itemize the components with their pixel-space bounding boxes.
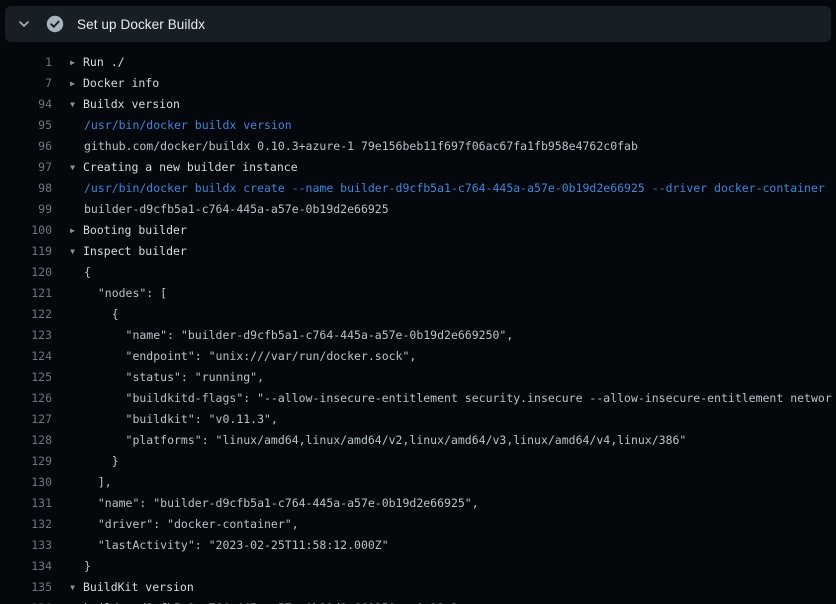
group-title: Booting builder xyxy=(83,220,187,241)
log-line-row: 132 "driver": "docker-container", xyxy=(0,514,836,535)
line-number[interactable]: 135 xyxy=(0,577,52,598)
line-number[interactable]: 97 xyxy=(0,157,52,178)
log-line-row: 136 builder-d9cfb5a1-c764-445a-a57e-0b19d… xyxy=(0,598,836,604)
line-number[interactable]: 1 xyxy=(0,52,52,73)
output-text: builder-d9cfb5a1-c764-445a-a57e-0b19d2e6… xyxy=(68,199,389,220)
line-number[interactable]: 123 xyxy=(0,325,52,346)
output-text: } xyxy=(68,451,119,472)
step-header[interactable]: Set up Docker Buildx xyxy=(5,6,831,42)
log-group-row[interactable]: 1 ▶ Run ./ xyxy=(0,52,836,73)
log-group-row[interactable]: 7 ▶ Docker info xyxy=(0,73,836,94)
output-text: { xyxy=(68,262,91,283)
log-group-row[interactable]: 94 ▼ Buildx version xyxy=(0,94,836,115)
log-line-row: 95/usr/bin/docker buildx version xyxy=(0,115,836,136)
line-number[interactable]: 131 xyxy=(0,493,52,514)
group-title: Docker info xyxy=(83,73,159,94)
line-number[interactable]: 100 xyxy=(0,220,52,241)
line-number[interactable]: 132 xyxy=(0,514,52,535)
log-line-row: 125 "status": "running", xyxy=(0,367,836,388)
chevron-down-icon[interactable] xyxy=(17,17,31,31)
output-text: { xyxy=(68,304,119,325)
triangle-right-icon: ▶ xyxy=(68,220,77,241)
group-title: Inspect builder xyxy=(83,241,187,262)
output-text: "status": "running", xyxy=(68,367,264,388)
output-text: "platforms": "linux/amd64,linux/amd64/v2… xyxy=(68,430,686,451)
log-line-row: 129 } xyxy=(0,451,836,472)
output-text: "name": "builder-d9cfb5a1-c764-445a-a57e… xyxy=(68,325,513,346)
group-title: Run ./ xyxy=(83,52,125,73)
step-title: Set up Docker Buildx xyxy=(77,17,205,32)
line-number[interactable]: 127 xyxy=(0,409,52,430)
output-text: "buildkit": "v0.11.3", xyxy=(68,409,278,430)
triangle-right-icon: ▶ xyxy=(68,73,77,94)
line-number[interactable]: 96 xyxy=(0,136,52,157)
triangle-down-icon: ▼ xyxy=(68,157,77,178)
log-group-row[interactable]: 119 ▼ Inspect builder xyxy=(0,241,836,262)
triangle-down-icon: ▼ xyxy=(68,241,77,262)
line-number[interactable]: 126 xyxy=(0,388,52,409)
log-line-row: 131 "name": "builder-d9cfb5a1-c764-445a-… xyxy=(0,493,836,514)
log-line-row: 126 "buildkitd-flags": "--allow-insecure… xyxy=(0,388,836,409)
output-text: "nodes": [ xyxy=(68,283,167,304)
line-number[interactable]: 119 xyxy=(0,241,52,262)
log-line-row: 128 "platforms": "linux/amd64,linux/amd6… xyxy=(0,430,836,451)
output-text: } xyxy=(68,556,91,577)
output-text: builder-d9cfb5a1-c764-445a-a57e-0b19d2e6… xyxy=(68,598,458,604)
line-number[interactable]: 125 xyxy=(0,367,52,388)
line-number[interactable]: 129 xyxy=(0,451,52,472)
log-line-row: 120 { xyxy=(0,262,836,283)
line-number[interactable]: 133 xyxy=(0,535,52,556)
log-line-row: 133 "lastActivity": "2023-02-25T11:58:12… xyxy=(0,535,836,556)
group-title: Creating a new builder instance xyxy=(83,157,298,178)
line-number[interactable]: 124 xyxy=(0,346,52,367)
command-text: /usr/bin/docker buildx create --name bui… xyxy=(68,178,825,199)
line-number[interactable]: 94 xyxy=(0,94,52,115)
output-text: "driver": "docker-container", xyxy=(68,514,299,535)
group-title: Buildx version xyxy=(83,94,180,115)
log-line-row: 122 { xyxy=(0,304,836,325)
log-line-row: 98/usr/bin/docker buildx create --name b… xyxy=(0,178,836,199)
log-line-row: 127 "buildkit": "v0.11.3", xyxy=(0,409,836,430)
output-text: "endpoint": "unix:///var/run/docker.sock… xyxy=(68,346,416,367)
log-line-row: 123 "name": "builder-d9cfb5a1-c764-445a-… xyxy=(0,325,836,346)
line-number[interactable]: 134 xyxy=(0,556,52,577)
command-text: /usr/bin/docker buildx version xyxy=(68,115,292,136)
triangle-down-icon: ▼ xyxy=(68,94,77,115)
log-line-row: 121 "nodes": [ xyxy=(0,283,836,304)
output-text: ], xyxy=(68,472,112,493)
line-number[interactable]: 7 xyxy=(0,73,52,94)
log-line-row: 130 ], xyxy=(0,472,836,493)
output-text: "lastActivity": "2023-02-25T11:58:12.000… xyxy=(68,535,389,556)
line-number[interactable]: 99 xyxy=(0,199,52,220)
group-title: BuildKit version xyxy=(83,577,194,598)
log-group-row[interactable]: 135 ▼ BuildKit version xyxy=(0,577,836,598)
log-group-row[interactable]: 100 ▶ Booting builder xyxy=(0,220,836,241)
triangle-down-icon: ▼ xyxy=(68,577,77,598)
line-number[interactable]: 98 xyxy=(0,178,52,199)
output-text: "name": "builder-d9cfb5a1-c764-445a-a57e… xyxy=(68,493,479,514)
check-circle-icon xyxy=(46,15,64,33)
triangle-right-icon: ▶ xyxy=(68,52,77,73)
line-number[interactable]: 128 xyxy=(0,430,52,451)
log-line-row: 134} xyxy=(0,556,836,577)
log-line-row: 99 builder-d9cfb5a1-c764-445a-a57e-0b19d2… xyxy=(0,199,836,220)
log-viewer: 1▶Run ./7▶Docker info94▼Buildx version95… xyxy=(0,42,836,604)
line-number[interactable]: 122 xyxy=(0,304,52,325)
log-group-row[interactable]: 97 ▼ Creating a new builder instance xyxy=(0,157,836,178)
line-number[interactable]: 120 xyxy=(0,262,52,283)
output-text: github.com/docker/buildx 0.10.3+azure-1 … xyxy=(68,136,638,157)
line-number[interactable]: 136 xyxy=(0,598,52,604)
log-line-row: 96 github.com/docker/buildx 0.10.3+azure-… xyxy=(0,136,836,157)
line-number[interactable]: 130 xyxy=(0,472,52,493)
log-line-row: 124 "endpoint": "unix:///var/run/docker.… xyxy=(0,346,836,367)
line-number[interactable]: 95 xyxy=(0,115,52,136)
line-number[interactable]: 121 xyxy=(0,283,52,304)
output-text: "buildkitd-flags": "--allow-insecure-ent… xyxy=(68,388,832,409)
